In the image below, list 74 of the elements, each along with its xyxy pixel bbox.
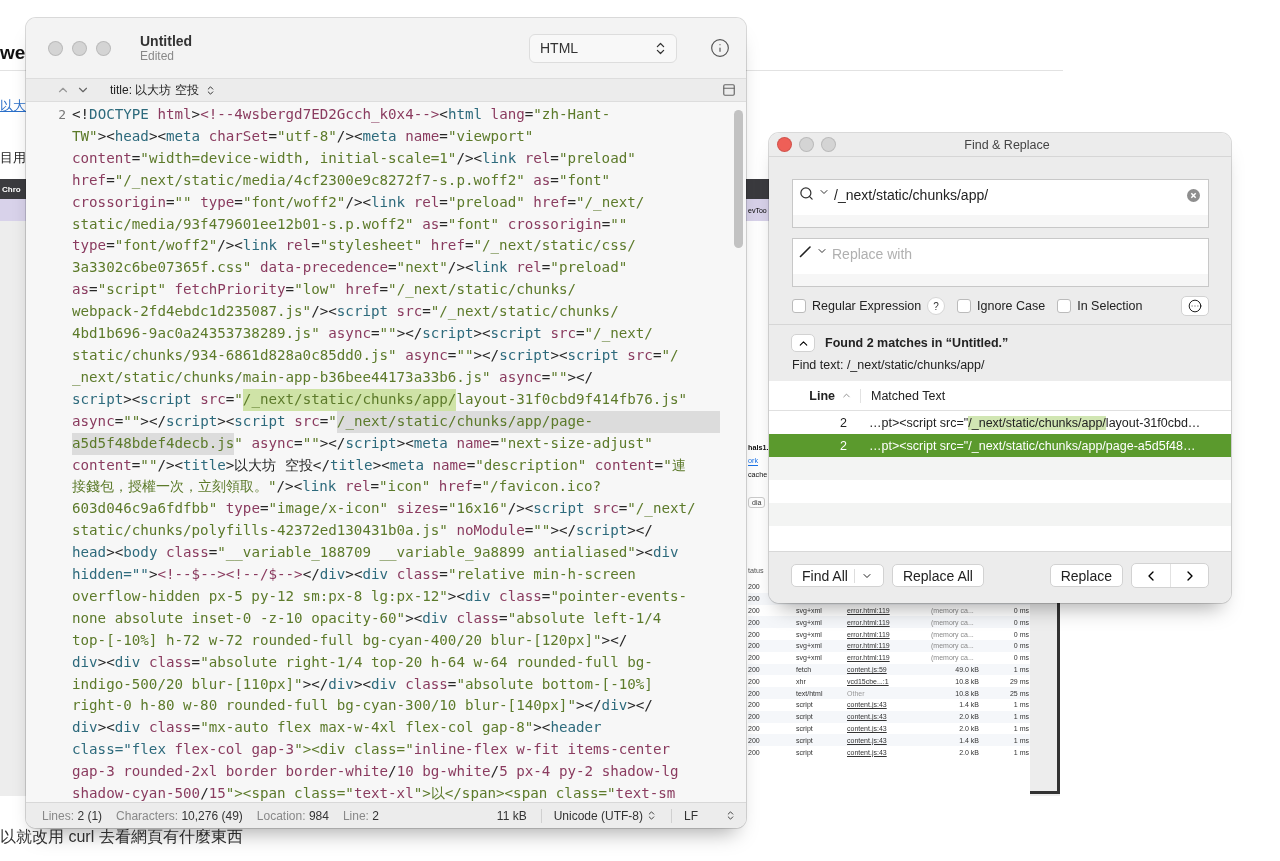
code-line: div><div class="absolute right-1/4 top-20 h-64 w-64 rounded-full bg- bbox=[72, 652, 654, 672]
search-icon[interactable] bbox=[799, 186, 814, 201]
code-line: hidden=""><!--$--><!--/$--></div><div class="relative min-h-screen bbox=[72, 565, 637, 585]
collapse-button[interactable] bbox=[791, 334, 815, 352]
code-line: _next/static/chunks/main-app-b36bee44173a33b6.js" async=""></ bbox=[72, 367, 595, 388]
window-subtitle: Edited bbox=[140, 49, 176, 63]
code-line: shadow-cyan-500/15"><span class="text-xl">以</span><span class="text-sm bbox=[72, 784, 677, 802]
code-line: overflow-hidden px-5 py-12 sm:px-8 lg:px-12"><div class="pointer-events- bbox=[72, 586, 689, 606]
code-line: webpack-2fd4ebdc1d235087.js"/><script src="/_next/static/chunks/ bbox=[72, 302, 620, 322]
status-item: Location: 984 bbox=[256, 808, 329, 823]
clear-icon[interactable] bbox=[1187, 189, 1200, 202]
window-title: Untitled bbox=[140, 33, 194, 49]
replace-button[interactable]: Replace bbox=[1049, 564, 1123, 587]
checkbox[interactable] bbox=[792, 299, 806, 313]
scrollbar-thumb[interactable] bbox=[734, 110, 743, 248]
code-line: head><body class="__variable_188709 __variable_9a8899 antialiased"><div bbox=[72, 543, 680, 563]
pencil-icon bbox=[799, 245, 812, 258]
option-label[interactable]: In Selection bbox=[1077, 299, 1143, 313]
code-line: class="flex flex-col gap-3"><div class="inline-flex w-fit items-center bbox=[72, 740, 671, 760]
page-text: 目用 bbox=[0, 149, 26, 167]
code-line: crossorigin="" type="font/woff2"/><link rel="preload" href="/_next/ bbox=[72, 192, 646, 213]
ellipsis-icon[interactable] bbox=[1188, 299, 1202, 313]
code-line: type="font/woff2"/><link rel="stylesheet" href="/_next/static/css/ bbox=[72, 236, 637, 256]
page-link[interactable]: 以大 bbox=[0, 97, 26, 115]
page-heading: we bbox=[0, 41, 26, 65]
match-summary: Found 2 matches in “Untitled.” bbox=[825, 336, 1009, 350]
find-field[interactable]: /_next/static/chunks/app/ bbox=[792, 179, 1209, 228]
page-text: 以就改用 curl 去看網頁有什麼東西 bbox=[0, 827, 244, 847]
find-text-label: Find text: /_next/static/chunks/app/ bbox=[792, 358, 986, 372]
code-line: TW"><head><meta charSet="utf-8"/><meta name="viewport" bbox=[72, 126, 535, 146]
code-line: 接錢包，授權一次，立刻領取。"/><link rel="icon" href="/favicon.ico? bbox=[72, 477, 603, 497]
code-line: script><script src="/_next/static/chunks/app/layout-31f0cbd9f414fb76.js" bbox=[72, 388, 720, 411]
code-line: <!DOCTYPE html><!--4wsbergd7ED2Gcch_k0x4--><html lang="zh-Hant- bbox=[72, 105, 612, 125]
close-button[interactable] bbox=[777, 137, 792, 152]
option-label[interactable]: Ignore Case bbox=[977, 299, 1046, 313]
code-line: static/media/93f479601ee12b01-s.p.woff2" as="font" crossorigin="" bbox=[72, 214, 629, 234]
code-line: href="/_next/static/media/4cf2300e9c8272f7-s.p.woff2" as="font" bbox=[72, 170, 612, 191]
code-line: content=""/><title>以大坊 空投</title><meta name="description" content="連 bbox=[72, 455, 687, 475]
code-line: gap-3 rounded-2xl border border-white/10 bg-white/5 px-4 py-2 shadow-lg bbox=[72, 762, 680, 782]
info-icon[interactable] bbox=[710, 38, 730, 58]
code-line: 603d046c9a6fdfbb" type="image/x-icon" sizes="16x16"/><script src="/_next/ bbox=[72, 499, 697, 519]
line-ending-popup[interactable]: LF bbox=[671, 808, 736, 823]
status-item: Line: 2 bbox=[342, 808, 379, 823]
syntax-popup[interactable]: HTML bbox=[529, 33, 677, 63]
code-line: 3a3302c6be07365f.css" data-precedence="next"/><link rel="preload" bbox=[72, 258, 629, 278]
status-item: Lines: 2 (1) bbox=[42, 808, 103, 823]
checkbox[interactable] bbox=[957, 299, 972, 313]
file-size: 11 kB bbox=[496, 808, 527, 823]
code-line: content="width=device-width, initial-scale=1"/><link rel="preload" bbox=[72, 148, 637, 168]
code-line: top-[-10%] h-72 w-72 rounded-full bg-cyan-400/20 blur-[120px]"></ bbox=[72, 630, 629, 650]
column-header[interactable]: Matched Text bbox=[871, 388, 946, 403]
find-all-button[interactable]: Find All bbox=[791, 564, 884, 587]
code-line: static/chunks/polyfills-42372ed130431b0a.js" noModule=""></script></ bbox=[72, 521, 654, 541]
window-title: Find & Replace bbox=[964, 137, 1051, 152]
status-item: Characters: 10,276 (49) bbox=[116, 808, 243, 823]
code-line: div><div class="mx-auto flex max-w-4xl flex-col gap-8"><header bbox=[72, 718, 603, 738]
encoding-popup[interactable]: Unicode (UTF-8) bbox=[540, 808, 657, 823]
more-button[interactable] bbox=[1181, 296, 1209, 316]
code-line: right-0 h-80 w-80 rounded-full bg-cyan-300/10 blur-[140px]"></div></ bbox=[72, 696, 654, 716]
code-line: 4bd1b696-9ac0a24353738289.js" async=""></script><script src="/_next/ bbox=[72, 324, 654, 344]
code-line: a5d5f48bdef4decb.js" async=""></script><meta name="next-size-adjust" bbox=[72, 432, 720, 455]
code-line: as="script" fetchPriority="low" href="/_next/static/chunks/ bbox=[72, 280, 578, 300]
help-button[interactable]: ? bbox=[927, 297, 946, 315]
code-line: none absolute inset-0 -z-10 opacity-60"><div class="absolute left-1/4 bbox=[72, 608, 663, 628]
replace-all-button[interactable]: Replace All bbox=[891, 564, 984, 587]
panel-icon[interactable] bbox=[722, 83, 736, 97]
column-header[interactable]: Line bbox=[809, 388, 835, 403]
code-line: indigo-500/20 blur-[110px]"></div><div class="absolute bottom-[-10%] bbox=[72, 674, 654, 694]
line-number: 2 bbox=[58, 107, 67, 122]
option-label[interactable]: Regular Expression bbox=[812, 299, 922, 313]
code-line: static/chunks/934-6861d828a0c85dd0.js" async=""></script><script src="/ bbox=[72, 345, 680, 365]
checkbox[interactable] bbox=[1057, 299, 1072, 313]
app-label: Chro bbox=[2, 184, 21, 194]
code-line: async=""></script><script src="/_next/static/chunks/app/page- bbox=[72, 410, 720, 433]
